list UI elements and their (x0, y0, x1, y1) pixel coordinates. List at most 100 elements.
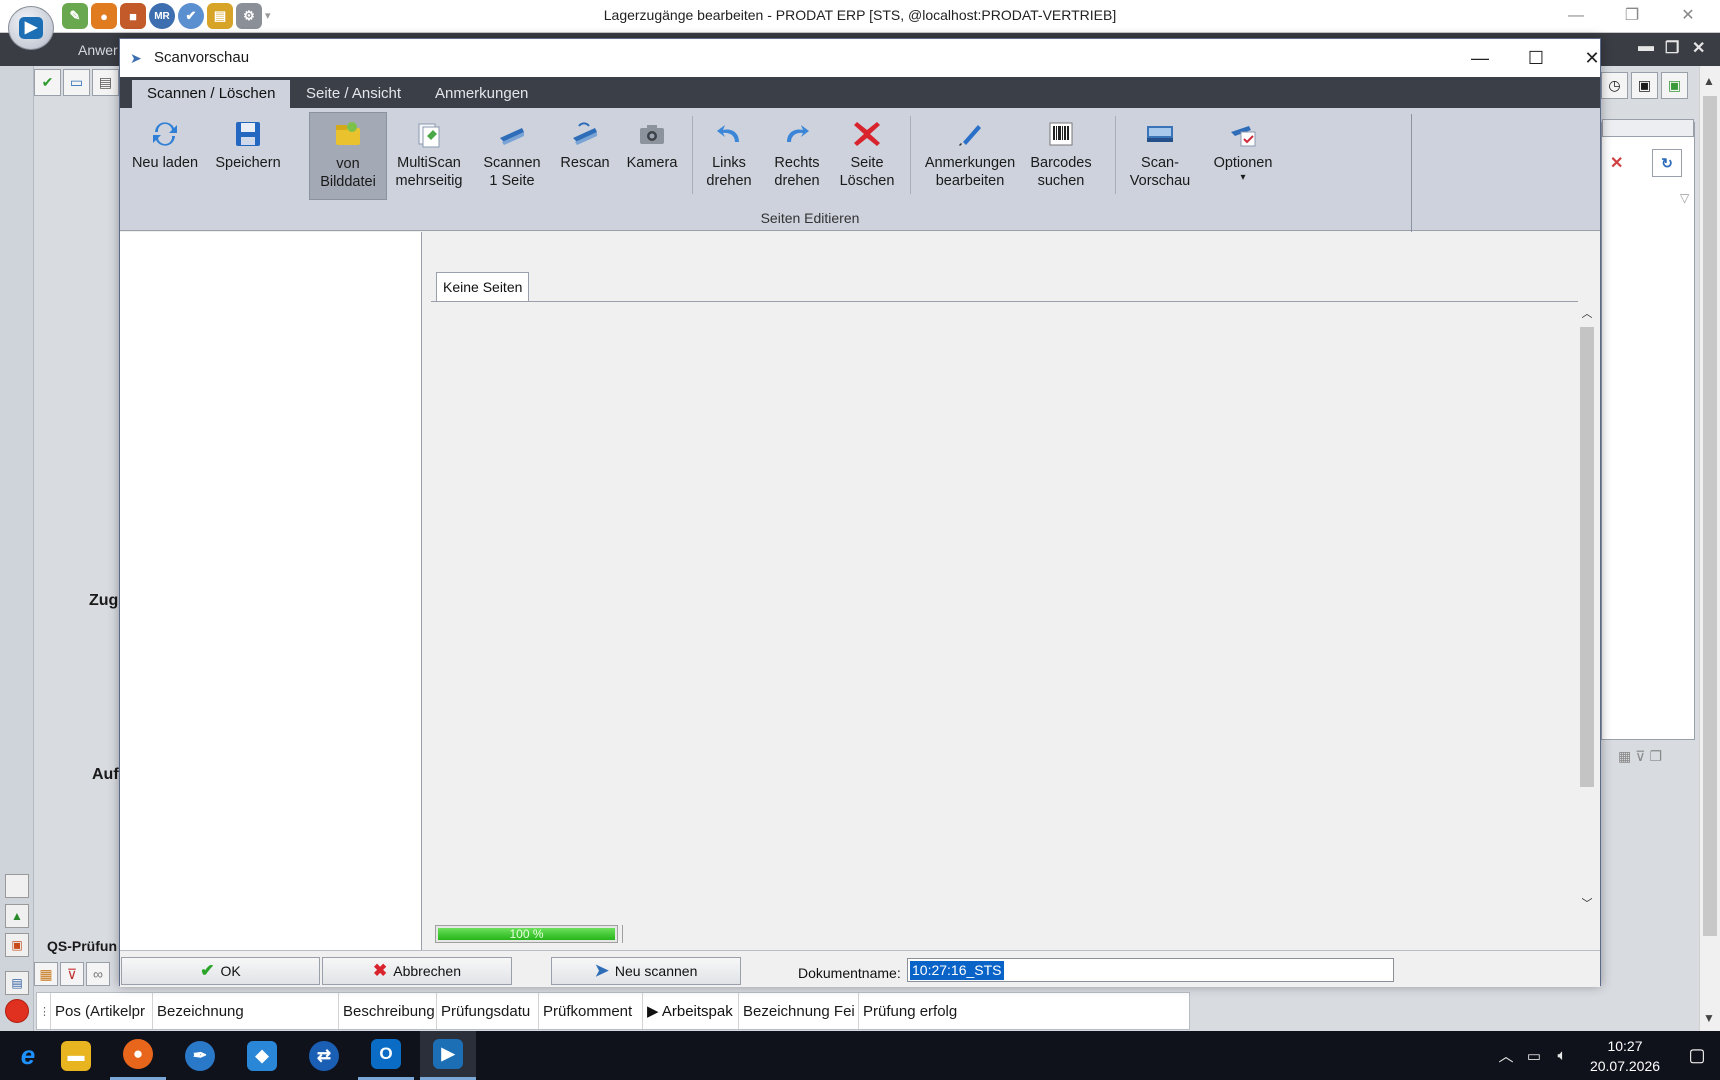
cube-icon[interactable]: ▣ (1631, 72, 1658, 99)
kamera-button[interactable]: Kamera (618, 112, 686, 200)
abbrechen-button[interactable]: ✖ Abbrechen (322, 957, 512, 985)
clear-filter-icon[interactable]: ✕ (1610, 153, 1623, 173)
mdi-minimize-icon[interactable]: ▬ (1638, 38, 1654, 56)
teamviewer-icon: ⇄ (309, 1040, 339, 1071)
column-header[interactable]: ▶ Arbeitspak (643, 993, 739, 1029)
warehouse-side-icon[interactable]: ▣ (5, 933, 29, 957)
scanner-title-icon: ➤ (130, 50, 142, 66)
scroll-up-icon[interactable]: ︿ (1578, 305, 1596, 321)
thumbnail-pane[interactable] (120, 232, 422, 950)
filter-icon[interactable]: ▽ (1680, 191, 1689, 205)
rescan-icon (573, 122, 597, 145)
record-stop-icon[interactable] (5, 999, 29, 1023)
speichern-button[interactable]: Speichern (208, 112, 288, 200)
window-icon[interactable]: ▭ (63, 69, 90, 96)
scannen-1-seite-button[interactable]: Scannen 1 Seite (472, 112, 552, 200)
document-side-icon[interactable]: ▤ (5, 971, 29, 995)
mdi-close-icon[interactable]: ✕ (1692, 38, 1705, 58)
column-header[interactable]: Prüfkomment (539, 993, 643, 1029)
tab-scannen-loeschen[interactable]: Scannen / Löschen (132, 80, 291, 108)
erp-vertical-scrollbar[interactable]: ▲ ▼ (1699, 66, 1720, 1031)
document-icon[interactable]: ▤ (92, 69, 119, 96)
erp-restore-button[interactable]: ❐ (1612, 4, 1652, 28)
column-header[interactable]: Pos (Artikelpr (51, 993, 153, 1029)
ok-button[interactable]: ✔ OK (121, 957, 320, 985)
column-header[interactable]: Beschreibung (339, 993, 437, 1029)
page-preview-pane: Keine Seiten ︿ ﹀ 100 % (423, 232, 1600, 950)
table-layout-icon[interactable]: ▦ (34, 962, 58, 986)
volume-icon[interactable]: 🔈︎ (1548, 1047, 1576, 1064)
link-icon[interactable]: ∞ (86, 962, 110, 986)
menu-anwendung[interactable]: Anwer (78, 42, 118, 58)
chart-side-icon[interactable]: ▲ (5, 904, 29, 928)
erp-close-button[interactable]: ✕ (1668, 4, 1708, 28)
filter-clear-icon[interactable]: ⊽ (60, 962, 84, 986)
multiscan-button[interactable]: MultiScan mehrseitig (389, 112, 469, 200)
optionen-dropdown-button[interactable]: Optionen ▾ (1204, 112, 1282, 200)
erp-window-title: Lagerzugänge bearbeiten - PRODAT ERP [ST… (603, 7, 1117, 23)
column-header[interactable]: Bezeichnung (153, 993, 339, 1029)
taskbar-prodat-erp[interactable]: ▶ (420, 1031, 476, 1080)
blank-side-icon[interactable] (5, 874, 29, 898)
rechts-drehen-button[interactable]: Rechts drehen (764, 112, 830, 200)
collapse-icon[interactable]: ⊽ (1635, 748, 1645, 765)
windows-icon[interactable]: ❐ (1649, 748, 1662, 765)
ribbon-tab-bar: Scannen / Löschen Seite / Ansicht Anmerk… (120, 77, 1600, 108)
prodat-logo-icon[interactable]: ▶ (8, 6, 54, 50)
layout-icon[interactable]: ▦ (1618, 748, 1631, 765)
scroll-down-icon[interactable]: ﹀ (1578, 895, 1596, 911)
clock-icon[interactable]: ◷ (1601, 72, 1628, 99)
firefox-icon: ● (123, 1039, 153, 1069)
confirm-icon[interactable]: ✔ (34, 69, 61, 96)
group-label-seiten-editieren: Seiten Editieren (760, 210, 860, 226)
scroll-thumb[interactable] (1580, 327, 1594, 787)
barcodes-suchen-button[interactable]: Barcodes suchen (1023, 112, 1099, 200)
taskbar-feather-app[interactable]: ✒ (172, 1031, 228, 1080)
dokumentname-selected-text: 10:27:16_STS (910, 961, 1004, 980)
taskbar-teamviewer[interactable]: ⇄ (296, 1031, 352, 1080)
save-disk-icon (236, 122, 260, 146)
dialog-title-bar: ➤ Scanvorschau — ☐ ✕ (120, 39, 1600, 77)
tab-keine-seiten[interactable]: Keine Seiten (436, 272, 530, 301)
rotate-left-icon (717, 125, 739, 142)
erp-left-strip: ▲ ▣ ▤ (0, 66, 34, 1031)
neu-scannen-button[interactable]: ➤ Neu scannen (551, 957, 741, 985)
scan-preview-icon (1147, 126, 1173, 142)
dialog-minimize-button[interactable]: — (1458, 43, 1502, 73)
clock-time: 10:27 (1607, 1037, 1643, 1054)
notification-center-icon[interactable]: ▢ (1674, 1045, 1720, 1066)
anmerkungen-bearbeiten-button[interactable]: Anmerkungen bearbeiten (920, 112, 1020, 200)
qs-pruefung-header: QS-Prüfun (34, 935, 120, 959)
refresh-panel-icon[interactable]: ↻ (1652, 149, 1682, 177)
internet-explorer-icon: e (20, 1040, 36, 1070)
erp-minimize-button[interactable]: — (1556, 4, 1596, 28)
checkmark-icon: ✔ (200, 961, 215, 980)
tab-anmerkungen[interactable]: Anmerkungen (420, 80, 543, 108)
erp-title-bar: ✎ ● ■ MR ✔ ▤ ⚙ ▾ Lagerzugänge bearbeiten… (0, 0, 1720, 33)
taskbar-outlook[interactable]: O (358, 1031, 414, 1080)
column-header[interactable]: Prüfungsdatu (437, 993, 539, 1029)
column-header[interactable]: Prüfung erfolg (859, 993, 959, 1029)
taskbar-clock[interactable]: 10:27 20.07.2026 (1576, 1036, 1674, 1076)
von-bilddatei-button[interactable]: von Bilddatei (309, 112, 387, 200)
rescan-button[interactable]: Rescan (554, 112, 616, 200)
taskbar-vscode[interactable]: ◆ (234, 1031, 290, 1080)
links-drehen-button[interactable]: Links drehen (698, 112, 760, 200)
cube-green-icon[interactable]: ▣ (1661, 72, 1688, 99)
taskbar-file-explorer[interactable]: ▬ (48, 1031, 104, 1080)
clock-date: 20.07.2026 (1589, 1057, 1661, 1074)
dialog-maximize-button[interactable]: ☐ (1514, 43, 1558, 73)
seite-loeschen-button[interactable]: Seite Löschen (832, 112, 902, 200)
column-header[interactable]: Bezeichnung Fei (739, 993, 859, 1029)
pen-icon (959, 125, 981, 146)
dialog-close-button[interactable]: ✕ (1570, 43, 1614, 73)
page-preview-area[interactable] (431, 301, 1591, 913)
tab-seite-ansicht[interactable]: Seite / Ansicht (291, 80, 416, 108)
show-hidden-icons-chevron-icon[interactable]: ︿ (1492, 1045, 1520, 1066)
mdi-restore-icon[interactable]: ❐ (1665, 38, 1679, 58)
preview-vertical-scrollbar[interactable]: ︿ ﹀ (1578, 301, 1596, 913)
taskbar-firefox[interactable]: ● (110, 1031, 166, 1080)
neu-laden-button[interactable]: Neu laden (125, 112, 205, 200)
network-icon[interactable]: ▭ (1520, 1047, 1548, 1065)
scan-vorschau-button[interactable]: Scan- Vorschau (1120, 112, 1200, 200)
